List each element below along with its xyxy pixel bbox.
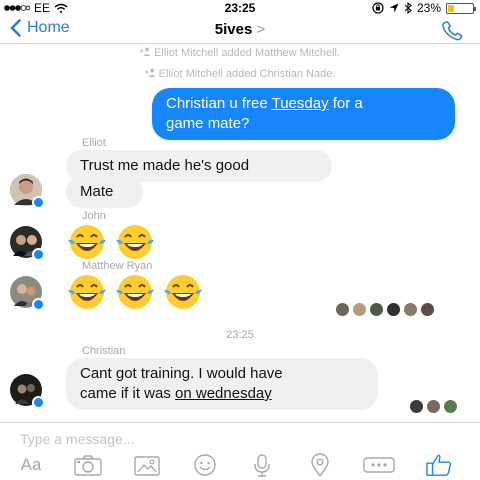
battery-fill [448,4,454,12]
messenger-badge-icon [32,248,45,261]
emoji-message[interactable] [66,272,204,312]
sender-name: Matthew Ryan [82,260,153,272]
message-text: Mate [80,183,114,200]
microphone-icon[interactable] [251,453,273,477]
more-icon[interactable] [362,453,396,477]
sender-name: Christian [82,345,126,357]
emoji-icon[interactable] [191,453,219,477]
read-receipt-avatar [336,303,349,316]
avatar-matthew[interactable] [10,276,45,311]
avatar-christian[interactable] [10,374,45,409]
system-message: Elliot Mitchell added Christian Nade. [0,68,480,80]
compose-area: Aa [0,422,480,480]
location-icon[interactable] [309,453,331,477]
read-receipt-avatar [410,400,423,413]
laughing-emoji-icon [164,275,202,309]
read-receipt-avatar [421,303,434,316]
timestamp-divider: 23:25 [226,329,254,341]
outgoing-message[interactable]: Christian u free Tuesday for a game mate… [152,88,455,140]
date-link[interactable]: on wednesday [175,385,272,402]
add-person-icon [144,68,156,77]
read-receipt-avatar [404,303,417,316]
emoji-message[interactable] [66,222,156,262]
avatar-john[interactable] [10,226,45,261]
message-text: came if it was [80,385,176,402]
status-bar: EE 23:25 23% [0,0,480,16]
like-icon[interactable] [424,453,454,477]
read-receipts [336,303,434,316]
message-text: Trust me made he's good [80,157,250,174]
read-receipt-avatar [387,303,400,316]
laughing-emoji-icon [68,225,106,259]
sender-name: John [82,210,106,222]
sender-name: Elliot [82,137,106,149]
compose-toolbar: Aa [0,453,480,477]
location-arrow-icon [389,3,399,13]
lock-rotation-icon [372,2,384,14]
read-receipt-avatar [370,303,383,316]
conversation-title[interactable]: 5ives > [0,21,480,38]
messenger-badge-icon [32,396,45,409]
incoming-message[interactable]: Mate [66,176,143,208]
status-right: 23% [372,1,476,15]
read-receipt-avatar [427,400,440,413]
camera-icon[interactable] [72,453,104,477]
incoming-message[interactable]: Cant got training. I would have came if … [66,358,378,410]
avatar-elliot[interactable] [10,174,45,209]
laughing-emoji-icon [116,225,154,259]
bluetooth-icon [404,2,412,14]
message-text: for a [328,95,363,112]
message-text: Cant got training. I would have [80,365,283,382]
read-receipts [410,400,457,413]
system-message: Elliot Mitchell added Matthew Mitchell. [0,47,480,59]
laughing-emoji-icon [116,275,154,309]
title-chevron: > [256,21,266,38]
date-link[interactable]: Tuesday [272,95,329,112]
system-message-text: Elliot Mitchell added Matthew Mitchell. [154,47,340,59]
battery-icon [446,2,476,14]
text-format-button[interactable]: Aa [14,453,48,477]
read-receipt-avatar [353,303,366,316]
laughing-emoji-icon [68,275,106,309]
read-receipt-avatar [444,400,457,413]
message-text: game mate? [166,115,250,132]
messenger-badge-icon [32,298,45,311]
add-person-icon [140,47,151,56]
message-input[interactable] [20,431,320,447]
phone-icon[interactable] [440,20,466,42]
title-text: 5ives [214,21,253,38]
photo-icon[interactable] [132,453,162,477]
system-message-text: Elliot Mitchell added Christian Nade. [158,68,336,80]
message-text: Christian u free [166,95,272,112]
battery-percent: 23% [416,1,441,15]
nav-bar: Home 5ives > [0,16,480,44]
messenger-badge-icon [32,196,45,209]
